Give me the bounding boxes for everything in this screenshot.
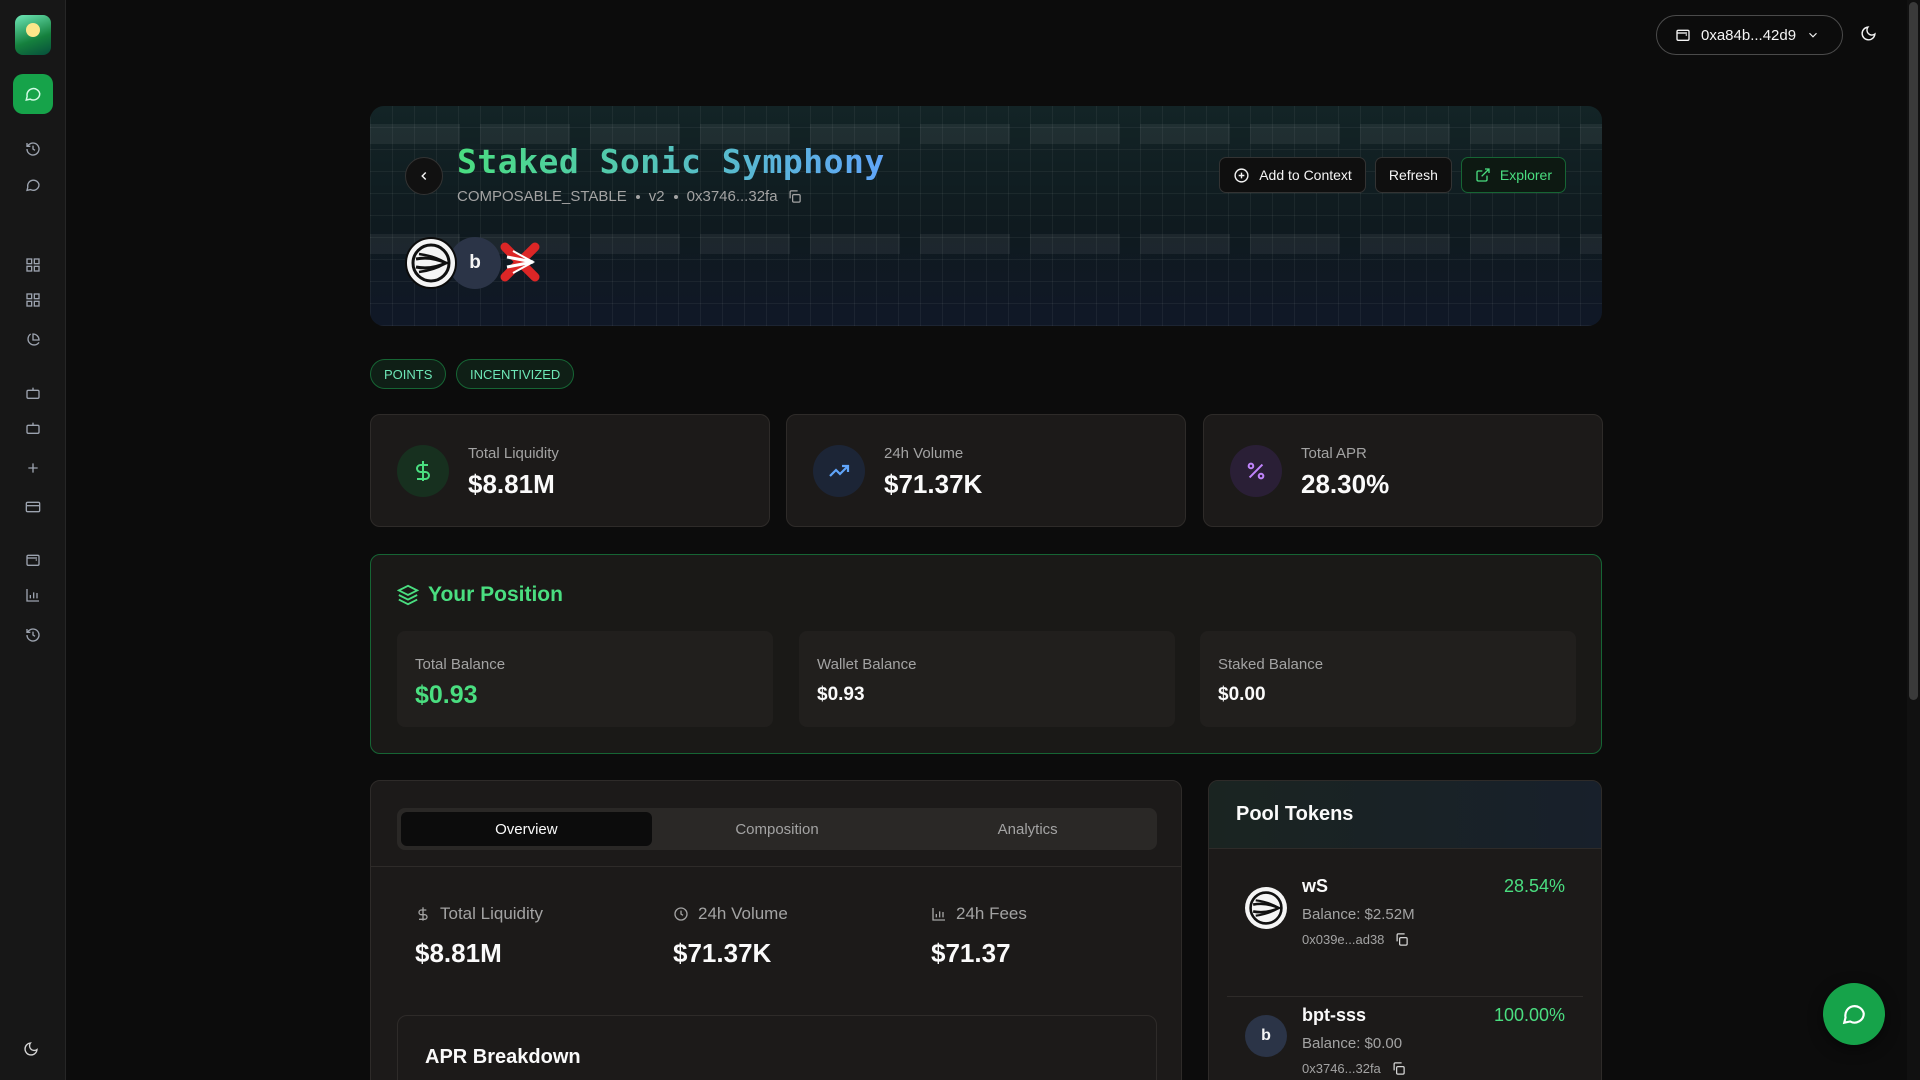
token-weight: 100.00% (1493, 1005, 1565, 1025)
plus-icon[interactable] (23, 458, 43, 478)
wallet-icon (1676, 29, 1690, 41)
history-icon[interactable] (23, 139, 43, 159)
total-balance: Total Balance $0.93 (397, 631, 773, 727)
chat-button[interactable] (13, 74, 53, 114)
overview-panel: Overview Composition Analytics Total Liq… (370, 780, 1182, 1080)
scrollbar-thumb[interactable] (1909, 2, 1918, 700)
token-weight: 28.54% (1503, 876, 1565, 896)
pool-title: Staked Sonic Symphony (457, 142, 885, 181)
stat-card-liquidity: Total Liquidity $8.81M (370, 414, 770, 527)
tab-analytics[interactable]: Analytics (902, 812, 1153, 846)
tag-incentivized: INCENTIVIZED (456, 359, 575, 389)
explorer-button[interactable]: Explorer (1460, 157, 1566, 193)
pool-tokens-panel: Pool Tokens wS 28.54% Balance: $2.52M 0x… (1208, 780, 1602, 1080)
moon-icon[interactable] (21, 1039, 41, 1059)
pool-address: 0x3746...32fa (686, 188, 778, 205)
user-avatar[interactable] (15, 15, 51, 55)
wallet-address: 0xa84b...42d9 (1701, 26, 1797, 44)
plus-circle-icon (1234, 167, 1249, 183)
theme-toggle[interactable] (1860, 25, 1877, 47)
pool-meta: COMPOSABLE_STABLE v2 0x3746...32fa (457, 188, 802, 205)
token-address: 0x3746...32fa (1302, 1061, 1406, 1076)
header-actions: Add to Context Refresh Explorer (1219, 157, 1566, 193)
bpt-token-icon: b (1245, 1015, 1287, 1057)
stat-value: 28.30% (1301, 469, 1390, 499)
chevron-left-icon (421, 171, 427, 181)
dashboard-icon[interactable] (23, 255, 43, 275)
stat-label: 24h Volume (884, 445, 964, 462)
overview-liquidity: Total Liquidity $8.81M (415, 904, 544, 968)
external-link-icon (1476, 168, 1490, 182)
dollar-icon (418, 907, 428, 921)
chat-icon[interactable] (23, 175, 43, 195)
pool-token-row[interactable]: b bpt-sss 100.00% Balance: $0.00 0x3746.… (1227, 999, 1583, 1080)
pool-token-row[interactable]: wS 28.54% Balance: $2.52M 0x039e...ad38 (1227, 869, 1583, 997)
pool-type: COMPOSABLE_STABLE (457, 188, 627, 205)
copy-icon[interactable] (787, 189, 802, 204)
overview-volume: 24h Volume $71.37K (673, 904, 788, 968)
wallet-icon[interactable] (23, 550, 43, 570)
chevron-down-icon (1809, 32, 1818, 38)
sidebar (0, 0, 66, 1080)
bot-2-icon[interactable] (23, 418, 43, 438)
token-symbol: wS (1302, 876, 1329, 896)
percent-icon (1230, 445, 1282, 497)
tab-overview[interactable]: Overview (401, 812, 652, 846)
copy-icon[interactable] (1394, 932, 1409, 947)
stat-label: Total APR (1301, 445, 1367, 462)
your-position-card: Your Position Total Balance $0.93 Wallet… (370, 554, 1602, 754)
token-address: 0x039e...ad38 (1302, 932, 1409, 947)
moon-icon (1861, 26, 1876, 41)
pool-header: Staked Sonic Symphony COMPOSABLE_STABLE … (370, 106, 1602, 326)
wallet-button[interactable]: 0xa84b...42d9 (1656, 15, 1843, 55)
bar-chart-icon (932, 908, 945, 921)
stat-card-apr: Total APR 28.30% (1203, 414, 1603, 527)
pool-version: v2 (648, 188, 665, 205)
bot-icon[interactable] (23, 383, 43, 403)
apr-breakdown: APR Breakdown (397, 1015, 1157, 1080)
stat-value: $71.37K (884, 469, 983, 499)
staked-sonic-token-icon (499, 241, 541, 283)
dollar-icon (397, 445, 449, 497)
token-balance: Balance: $2.52M (1302, 906, 1415, 923)
token-symbol: bpt-sss (1302, 1005, 1367, 1025)
pool-token-icons: b (405, 237, 565, 289)
card-icon[interactable] (23, 497, 43, 517)
staked-balance: Staked Balance $0.00 (1200, 631, 1576, 727)
refresh-button[interactable]: Refresh (1374, 157, 1452, 193)
trending-up-icon (813, 445, 865, 497)
position-title: Your Position (397, 583, 563, 607)
chat-fab-button[interactable] (1823, 983, 1885, 1045)
apr-breakdown-title: APR Breakdown (425, 1046, 581, 1068)
chat-bubble-icon (25, 87, 41, 101)
tag-points: POINTS (370, 359, 447, 389)
sonic-token-icon (1245, 887, 1287, 929)
tab-composition[interactable]: Composition (652, 812, 903, 846)
pool-tokens-title: Pool Tokens (1236, 803, 1354, 825)
grid-icon[interactable] (23, 290, 43, 310)
stat-value: $8.81M (468, 469, 555, 499)
layers-icon (397, 584, 419, 606)
scrollbar[interactable] (1907, 0, 1920, 1080)
add-to-context-button[interactable]: Add to Context (1219, 157, 1366, 193)
chat-bubble-icon (1842, 1005, 1865, 1025)
copy-icon[interactable] (1391, 1061, 1406, 1076)
wallet-balance: Wallet Balance $0.93 (799, 631, 1175, 727)
stat-label: Total Liquidity (468, 445, 559, 462)
clock-icon (674, 907, 688, 921)
token-balance: Balance: $0.00 (1302, 1035, 1403, 1052)
stat-card-volume: 24h Volume $71.37K (786, 414, 1186, 527)
tab-bar: Overview Composition Analytics (397, 808, 1157, 850)
bar-chart-icon[interactable] (23, 585, 43, 605)
sonic-token-icon (405, 237, 457, 289)
history-2-icon[interactable] (23, 625, 43, 645)
back-button[interactable] (405, 157, 443, 195)
overview-fees: 24h Fees $71.37 (931, 904, 1027, 968)
pie-chart-icon[interactable] (23, 330, 43, 350)
